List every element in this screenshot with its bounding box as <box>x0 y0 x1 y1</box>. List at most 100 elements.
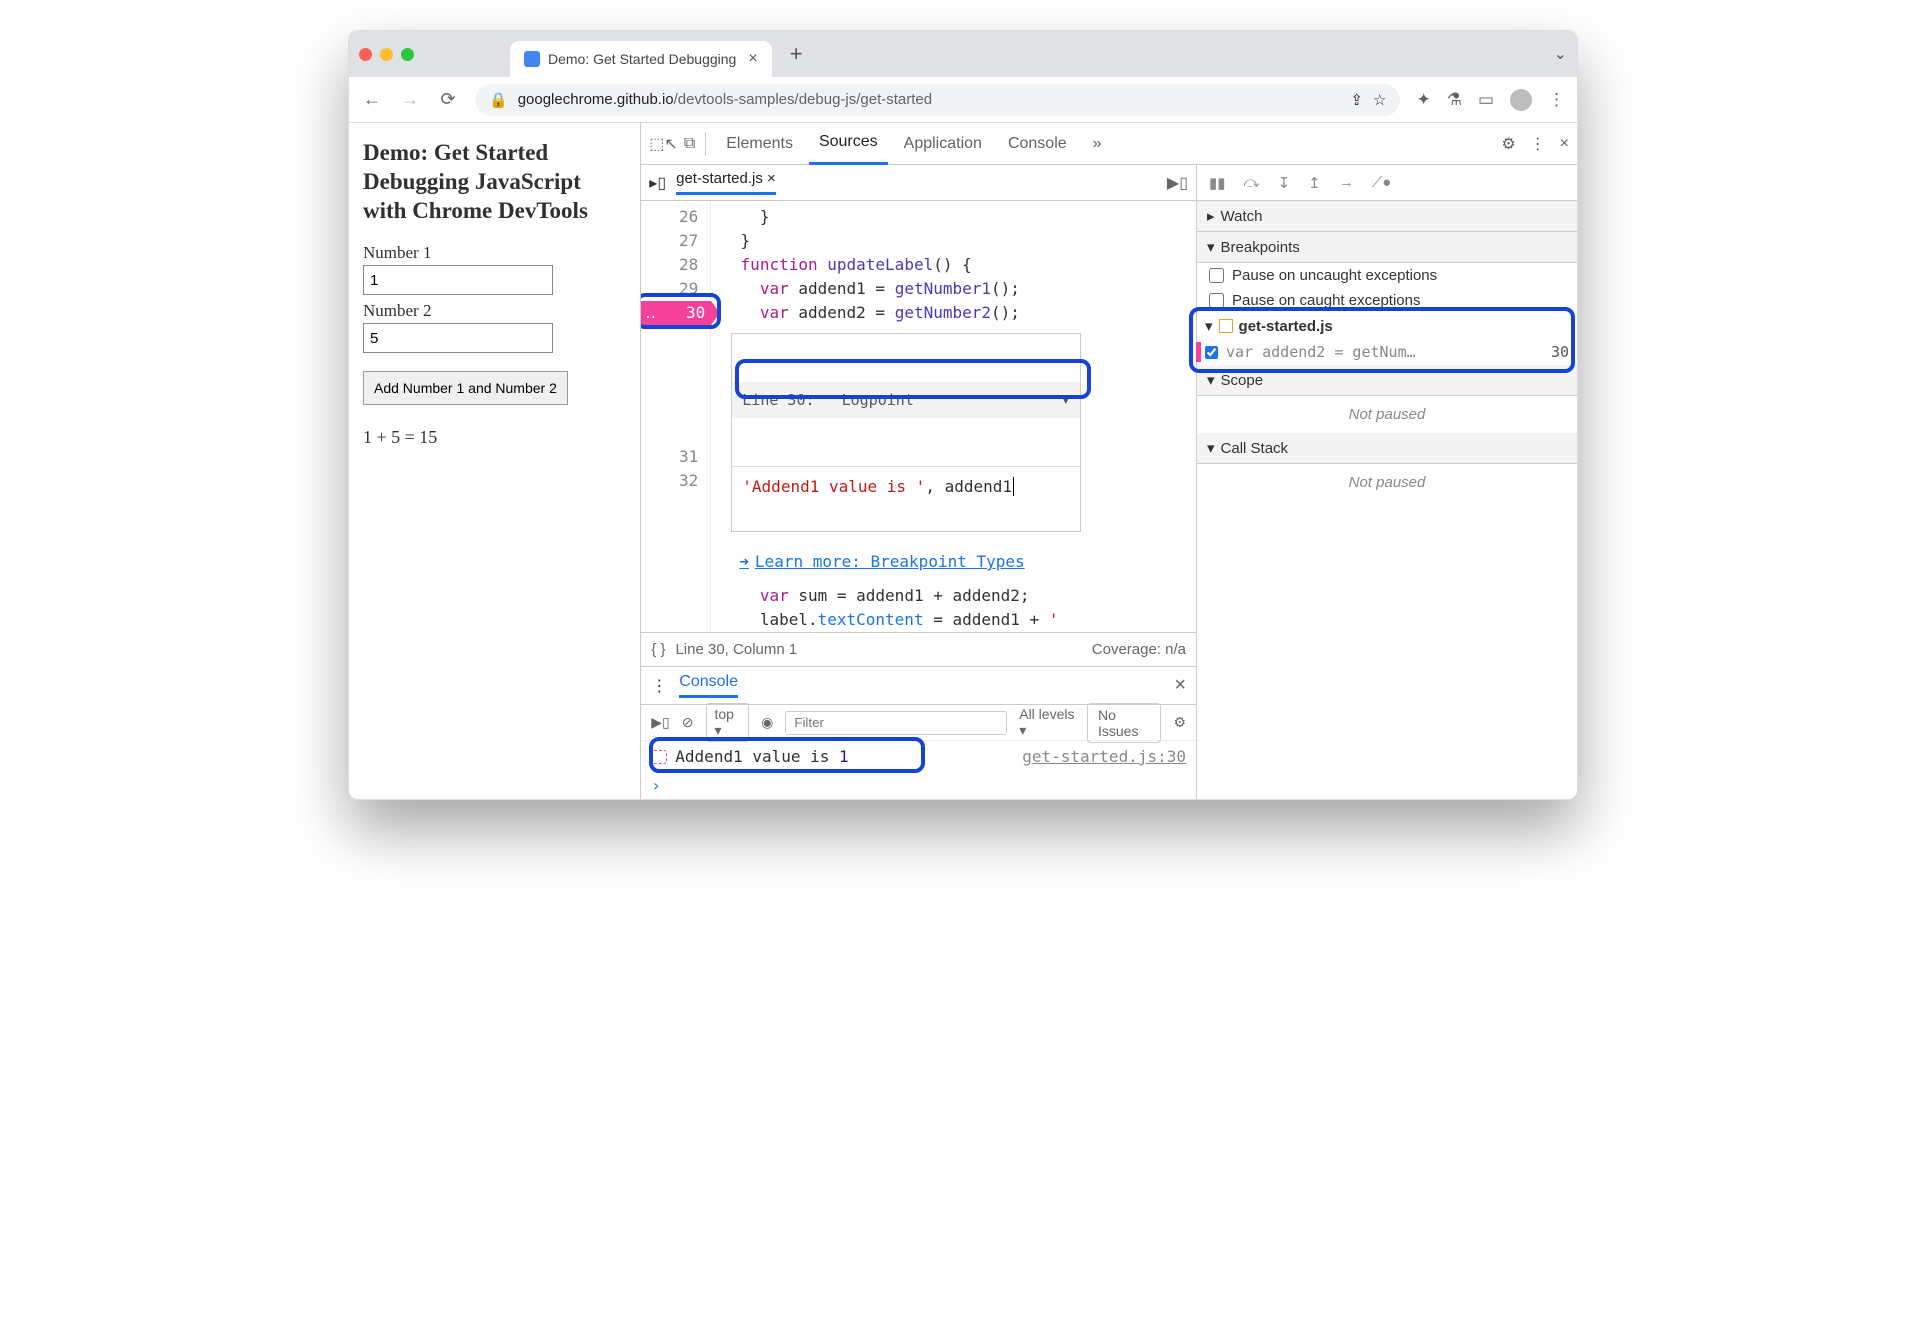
number2-label: Number 2 <box>363 301 626 321</box>
address-bar[interactable]: 🔒 googlechrome.github.io/devtools-sample… <box>475 84 1400 116</box>
lock-icon: 🔒 <box>489 91 508 109</box>
file-icon <box>1219 319 1233 333</box>
number1-label: Number 1 <box>363 243 626 263</box>
browser-tab[interactable]: Demo: Get Started Debugging × <box>510 41 772 77</box>
navigator-toggle-icon[interactable]: ▸▯ <box>649 173 666 193</box>
reading-list-icon[interactable]: ▭ <box>1478 90 1494 110</box>
deactivate-breakpoints-icon[interactable]: ⟋● <box>1372 174 1392 191</box>
drawer-close-icon[interactable]: × <box>1174 674 1186 697</box>
add-button[interactable]: Add Number 1 and Number 2 <box>363 371 568 405</box>
code-editor[interactable]: 26 27 28 29 ‥30 31 32 } } function updat… <box>641 201 1196 632</box>
step-over-icon[interactable]: ⤼ <box>1244 174 1260 191</box>
number2-input[interactable] <box>363 323 553 353</box>
minimize-window-icon[interactable] <box>380 48 393 61</box>
console-filter-input[interactable] <box>785 711 1007 735</box>
tab-sources[interactable]: Sources <box>809 123 888 165</box>
page-title: Demo: Get Started Debugging JavaScript w… <box>363 139 626 225</box>
devtools-close-icon[interactable]: × <box>1560 135 1569 153</box>
breakpoint-checkbox[interactable] <box>1205 346 1218 359</box>
close-tab-icon[interactable]: × <box>748 50 757 68</box>
file-tab[interactable]: get-started.js × <box>676 170 776 195</box>
context-selector[interactable]: top ▾ <box>706 703 750 742</box>
logpoint-editor[interactable]: Line 30: Logpoint▾ 'Addend1 value is ', … <box>731 333 1081 532</box>
breakpoint-item[interactable]: var addend2 = getNum… 30 <box>1197 339 1577 365</box>
logpoint-header: Line 30: Logpoint <box>742 388 914 412</box>
logpoint-badge-icon <box>651 750 667 764</box>
logpoint-bar-icon <box>1196 342 1201 362</box>
log-message: Addend1 value is 1 <box>675 747 848 766</box>
log-levels-dropdown[interactable]: All levels ▾ <box>1019 706 1075 739</box>
breakpoint-file[interactable]: ▾ get-started.js <box>1197 313 1577 339</box>
close-window-icon[interactable] <box>359 48 372 61</box>
scope-empty: Not paused <box>1197 396 1577 433</box>
breakpoint-code: var addend2 = getNum… <box>1226 343 1416 361</box>
callstack-empty: Not paused <box>1197 464 1577 501</box>
log-source-link[interactable]: get-started.js:30 <box>1022 747 1186 766</box>
tabs-dropdown-icon[interactable]: ⌄ <box>1554 44 1567 64</box>
breakpoint-line-number: 30 <box>1551 343 1569 361</box>
toolbar: ← → ⟳ 🔒 googlechrome.github.io/devtools-… <box>349 77 1577 123</box>
devtools: ⬚↖ ⧉ Elements Sources Application Consol… <box>640 123 1577 799</box>
extensions-icon[interactable]: ✦ <box>1416 90 1430 110</box>
devtools-menu-icon[interactable]: ⋮ <box>1530 134 1546 154</box>
pause-uncaught-label: Pause on uncaught exceptions <box>1232 267 1437 284</box>
settings-icon[interactable]: ⚙ <box>1501 134 1515 154</box>
step-into-icon[interactable]: ↧ <box>1278 174 1291 192</box>
tab-console[interactable]: Console <box>998 123 1077 165</box>
cursor-position: Line 30, Column 1 <box>675 641 797 658</box>
pause-uncaught-checkbox[interactable] <box>1209 268 1224 283</box>
no-issues-badge[interactable]: No Issues <box>1087 703 1161 743</box>
forward-icon[interactable]: → <box>399 89 421 110</box>
demo-page: Demo: Get Started Debugging JavaScript w… <box>349 123 640 799</box>
device-icon[interactable]: ⧉ <box>684 135 695 153</box>
pretty-print-icon[interactable]: { } <box>651 641 665 658</box>
step-icon[interactable]: → <box>1339 174 1354 191</box>
logpoint-type-dropdown-icon[interactable]: ▾ <box>1061 388 1070 412</box>
console-play-icon[interactable]: ▶▯ <box>651 714 669 731</box>
code-lines: } } function updateLabel() { var addend1… <box>711 201 1196 632</box>
browser-window: Demo: Get Started Debugging × + ⌄ ← → ⟳ … <box>348 30 1578 800</box>
devtools-tabbar: ⬚↖ ⧉ Elements Sources Application Consol… <box>641 123 1577 165</box>
drawer-console-tab[interactable]: Console <box>679 673 738 698</box>
scope-section[interactable]: ▾ Scope <box>1197 365 1577 396</box>
console-drawer: ⋮ Console × ▶▯ ⊘ top ▾ ◉ All levels ▾ No… <box>641 666 1196 799</box>
gutter[interactable]: 26 27 28 29 ‥30 31 32 <box>641 201 711 632</box>
coverage-text: Coverage: n/a <box>1092 641 1186 658</box>
pause-caught-label: Pause on caught exceptions <box>1232 292 1420 309</box>
labs-icon[interactable]: ⚗ <box>1447 90 1462 110</box>
step-out-icon[interactable]: ↥ <box>1308 174 1321 192</box>
tab-application[interactable]: Application <box>894 123 992 165</box>
pause-icon[interactable]: ▮▮ <box>1209 174 1226 192</box>
pause-caught-checkbox[interactable] <box>1209 293 1224 308</box>
profile-avatar-icon[interactable] <box>1510 89 1532 111</box>
reload-icon[interactable]: ⟳ <box>437 89 459 110</box>
live-expression-icon[interactable]: ◉ <box>761 714 773 731</box>
logpoint-marker[interactable]: ‥30 <box>641 301 711 325</box>
tab-elements[interactable]: Elements <box>716 123 803 165</box>
back-icon[interactable]: ← <box>361 89 383 110</box>
watch-section[interactable]: ▸ Watch <box>1197 201 1577 232</box>
arrow-circle-icon: ➜ <box>739 550 749 574</box>
tab-title: Demo: Get Started Debugging <box>548 51 736 67</box>
run-snippet-icon[interactable]: ▶▯ <box>1167 173 1188 193</box>
chrome-menu-icon[interactable]: ⋮ <box>1548 90 1565 110</box>
console-log-row: Addend1 value is 1 get-started.js:30 <box>641 741 1196 772</box>
learn-more-link[interactable]: ➜Learn more: Breakpoint Types <box>721 540 1196 584</box>
tabs-overflow-icon[interactable]: » <box>1083 123 1112 165</box>
breakpoints-section[interactable]: ▾ Breakpoints <box>1197 232 1577 263</box>
console-prompt[interactable]: › <box>641 772 1196 799</box>
bookmark-icon[interactable]: ☆ <box>1373 91 1386 109</box>
share-icon[interactable]: ⇪ <box>1350 91 1363 109</box>
debugger-panel: ▮▮ ⤼ ↧ ↥ → ⟋● ▸ Watch ▾ Breakpoints Paus… <box>1197 165 1577 799</box>
callstack-section[interactable]: ▾ Call Stack <box>1197 433 1577 464</box>
new-tab-icon[interactable]: + <box>790 41 803 67</box>
clear-console-icon[interactable]: ⊘ <box>682 714 694 731</box>
inspect-icon[interactable]: ⬚↖ <box>649 134 678 154</box>
tab-strip: Demo: Get Started Debugging × + ⌄ <box>349 31 1577 77</box>
debugger-toolbar: ▮▮ ⤼ ↧ ↥ → ⟋● <box>1197 165 1577 201</box>
editor-statusbar: { } Line 30, Column 1 Coverage: n/a <box>641 632 1196 666</box>
zoom-window-icon[interactable] <box>401 48 414 61</box>
drawer-menu-icon[interactable]: ⋮ <box>651 676 667 696</box>
number1-input[interactable] <box>363 265 553 295</box>
console-settings-icon[interactable]: ⚙ <box>1173 714 1186 731</box>
